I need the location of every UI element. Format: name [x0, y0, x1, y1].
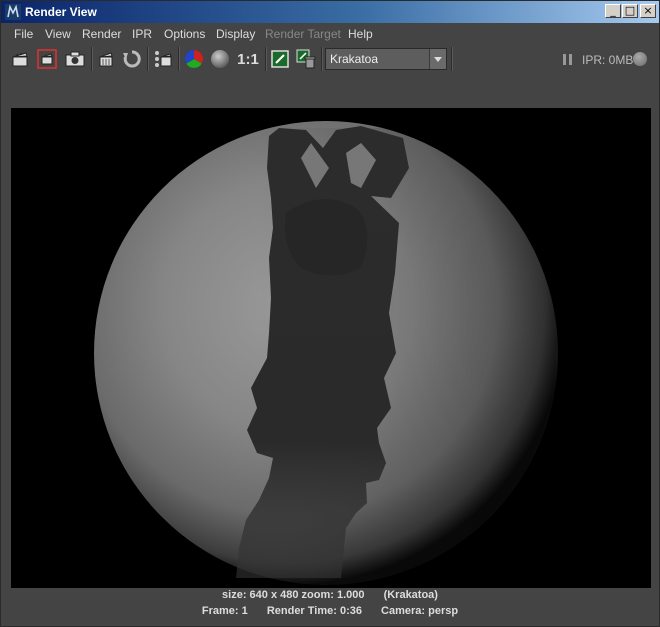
renderer-select-value: Krakatoa — [330, 52, 379, 66]
render-image[interactable] — [11, 108, 651, 588]
toolbar-separator — [265, 47, 267, 71]
menu-render-target[interactable]: Render Target — [265, 27, 341, 41]
menu-ipr[interactable]: IPR — [132, 27, 152, 41]
remove-image-icon[interactable] — [295, 48, 317, 70]
render-region-icon[interactable] — [36, 48, 58, 70]
image-size-zoom: size: 640 x 480 zoom: 1.000 — [222, 589, 365, 601]
keep-image-icon[interactable] — [269, 48, 291, 70]
toolbar-separator — [91, 47, 93, 71]
toolbar-separator — [321, 47, 323, 71]
window-title: Render View — [25, 5, 97, 19]
toolbar-separator — [178, 47, 180, 71]
status-line-size: size: 640 x 480 zoom: 1.000 (Krakatoa) — [1, 589, 659, 601]
title-bar[interactable]: Render View _ □ × — [1, 1, 659, 23]
snapshot-camera-icon[interactable] — [64, 48, 86, 70]
render-view-window: Render View _ □ × File View Render IPR O… — [0, 0, 660, 627]
camera-name: Camera: persp — [381, 605, 459, 617]
menu-view[interactable]: View — [45, 27, 71, 41]
toolbar: 1:1 Krakatoa IPR: 0MB — [1, 45, 659, 73]
minimize-button[interactable]: _ — [605, 4, 621, 18]
chevron-down-icon[interactable] — [429, 49, 446, 69]
refresh-ipr-icon[interactable] — [121, 48, 143, 70]
menu-help[interactable]: Help — [348, 27, 373, 41]
render-time: Render Time: 0:36 — [266, 605, 362, 617]
renderer-select[interactable]: Krakatoa — [325, 48, 447, 70]
menu-display[interactable]: Display — [216, 27, 255, 41]
ipr-memory-label: IPR: 0MB — [582, 53, 634, 67]
frame-number: Frame: 1 — [201, 605, 248, 617]
status-line-frame: Frame: 1 Render Time: 0:36 Camera: persp — [1, 605, 659, 617]
render-sequence-icon[interactable] — [152, 48, 174, 70]
renderer-name: (Krakatoa) — [383, 589, 438, 601]
alpha-channel-icon[interactable] — [209, 48, 231, 70]
ipr-render-icon[interactable] — [95, 48, 117, 70]
rendered-krakatoa-image — [11, 108, 651, 588]
maya-app-icon — [5, 4, 21, 20]
menu-bar: File View Render IPR Options Display Ren… — [1, 23, 659, 45]
rgb-channels-icon[interactable] — [183, 48, 205, 70]
toolbar-separator — [147, 47, 149, 71]
menu-file[interactable]: File — [14, 27, 33, 41]
toolbar-separator — [451, 47, 453, 71]
ipr-status-light-icon — [633, 52, 647, 66]
menu-options[interactable]: Options — [164, 27, 205, 41]
maximize-button[interactable]: □ — [622, 4, 638, 18]
real-size-button[interactable]: 1:1 — [236, 48, 260, 70]
close-button[interactable]: × — [640, 4, 656, 18]
pause-ipr-icon[interactable] — [563, 54, 573, 65]
menu-render[interactable]: Render — [82, 27, 121, 41]
render-clapper-icon[interactable] — [9, 48, 31, 70]
